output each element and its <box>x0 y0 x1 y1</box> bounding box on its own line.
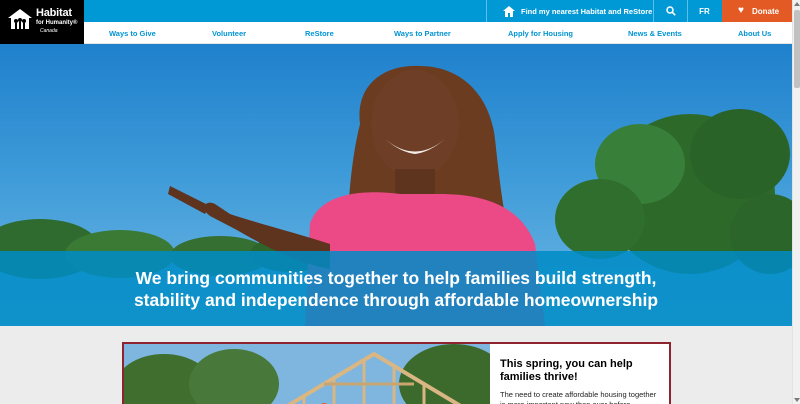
donate-label: Donate <box>751 6 780 16</box>
scrollbar-thumb[interactable] <box>794 10 800 88</box>
nav-item-ways-to-give[interactable]: Ways to Give <box>109 29 156 38</box>
feature-card[interactable]: This spring, you can help families thriv… <box>122 342 671 404</box>
page-scrollbar[interactable] <box>792 0 800 404</box>
search-button[interactable] <box>653 0 687 22</box>
scroll-down-arrow-icon[interactable] <box>794 398 800 402</box>
logo-text-canada: Canada <box>40 28 58 34</box>
hero-headline-line1: We bring communities together to help fa… <box>135 268 657 288</box>
hero-headline-line2: stability and independence through affor… <box>133 290 659 310</box>
find-nearest-label: Find my nearest Habitat and ReStore <box>521 6 653 16</box>
nav-item-ways-to-partner[interactable]: Ways to Partner <box>394 29 451 38</box>
search-icon <box>665 6 676 16</box>
nav-item-restore[interactable]: ReStore <box>305 29 334 38</box>
hero-headline-banner: We bring communities together to help fa… <box>0 251 792 326</box>
language-label: FR <box>699 6 710 16</box>
habitat-logo[interactable]: Habitat for Humanity® Canada <box>0 0 84 44</box>
nav-item-volunteer[interactable]: Volunteer <box>212 29 246 38</box>
house-location-icon <box>503 5 515 17</box>
hero-section: We bring communities together to help fa… <box>0 44 792 326</box>
main-navigation: Ways to Give Volunteer ReStore Ways to P… <box>84 22 792 44</box>
nav-item-about-us[interactable]: About Us <box>738 29 771 38</box>
logo-text-habitat: Habitat <box>36 7 72 19</box>
language-toggle-button[interactable]: FR <box>687 0 721 22</box>
find-nearest-link[interactable]: Find my nearest Habitat and ReStore <box>486 0 653 22</box>
feature-title: This spring, you can help families thriv… <box>500 358 633 383</box>
habitat-house-people-icon <box>8 9 32 29</box>
nav-item-apply-for-housing[interactable]: Apply for Housing <box>508 29 573 38</box>
scroll-up-arrow-icon[interactable] <box>794 2 800 6</box>
heart-icon: ♥ <box>738 5 744 16</box>
feature-section: This spring, you can help families thriv… <box>0 326 792 404</box>
construction-photo <box>124 344 490 404</box>
feature-text: This spring, you can help families thriv… <box>500 358 660 404</box>
feature-body: The need to create affordable housing to… <box>500 390 657 404</box>
logo-text-for-humanity: for Humanity® <box>36 20 78 26</box>
nav-item-news-events[interactable]: News & Events <box>628 29 682 38</box>
donate-button[interactable]: ♥ Donate <box>722 0 792 22</box>
